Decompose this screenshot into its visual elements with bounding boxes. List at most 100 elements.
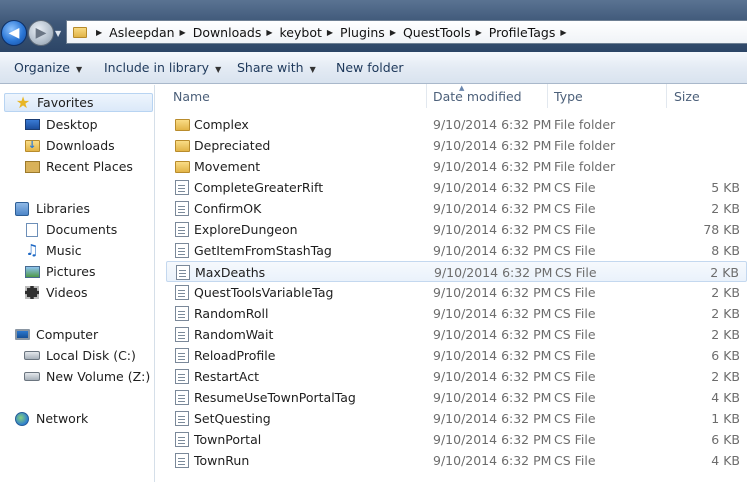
file-name: TownRun — [194, 453, 250, 468]
back-button[interactable]: ◀ — [1, 20, 27, 46]
file-row[interactable]: RestartAct 9/10/2014 6:32 PM CS File 2 KB — [166, 366, 747, 387]
file-type: CS File — [554, 411, 596, 426]
file-row[interactable]: ResumeUseTownPortalTag 9/10/2014 6:32 PM C… — [166, 387, 747, 408]
nav-item-desktop[interactable]: Desktop — [24, 115, 98, 134]
chevron-right-icon[interactable]: ▶ — [560, 28, 566, 37]
libraries-icon — [14, 201, 30, 217]
file-type: CS File — [554, 453, 596, 468]
file-row[interactable]: RandomWait 9/10/2014 6:32 PM CS File 2 KB — [166, 324, 747, 345]
command-bar: Organize ▼ Include in library ▼ Share with… — [0, 52, 747, 84]
cs-file-icon — [175, 390, 189, 405]
nav-item-favorites[interactable]: ★ Favorites — [4, 93, 153, 112]
column-header-date-modified[interactable]: Date modified — [433, 89, 522, 104]
chevron-right-icon[interactable]: ▶ — [476, 28, 482, 37]
nav-item-new-volume[interactable]: New Volume (Z:) — [24, 367, 150, 386]
chevron-right-icon[interactable]: ▶ — [96, 28, 102, 37]
file-row[interactable]: CompleteGreaterRift 9/10/2014 6:32 PM CS F… — [166, 177, 747, 198]
file-row[interactable]: TownPortal 9/10/2014 6:32 PM CS File 6 KB — [166, 429, 747, 450]
recent-pages-dropdown-icon[interactable]: ▼ — [55, 29, 61, 38]
nav-item-recent-places[interactable]: Recent Places — [24, 157, 133, 176]
nav-item-downloads[interactable]: ↓ Downloads — [24, 136, 115, 155]
column-header-size[interactable]: Size — [674, 89, 700, 104]
include-in-library-button[interactable]: Include in library ▼ — [104, 60, 221, 75]
nav-item-libraries[interactable]: Libraries — [14, 199, 90, 218]
file-row[interactable]: ReloadProfile 9/10/2014 6:32 PM CS File 6 K… — [166, 345, 747, 366]
file-row[interactable]: Movement 9/10/2014 6:32 PM File folder — [166, 156, 747, 177]
file-size: 4 KB — [711, 390, 740, 405]
column-divider[interactable] — [547, 84, 548, 108]
file-row[interactable]: MaxDeaths 9/10/2014 6:32 PM CS File 2 KB — [166, 261, 747, 282]
breadcrumb-item[interactable]: Downloads — [193, 25, 262, 40]
music-icon: ♫ — [25, 241, 39, 259]
chevron-down-icon: ▼ — [309, 65, 316, 74]
breadcrumb-item[interactable]: Plugins — [340, 25, 385, 40]
file-date-modified: 9/10/2014 6:32 PM — [433, 180, 552, 195]
file-name: GetItemFromStashTag — [194, 243, 332, 258]
file-row[interactable]: Depreciated 9/10/2014 6:32 PM File folder — [166, 135, 747, 156]
file-date-modified: 9/10/2014 6:32 PM — [433, 306, 552, 321]
breadcrumb-item[interactable]: keybot — [280, 25, 322, 40]
nav-label: Pictures — [46, 264, 96, 279]
file-row[interactable]: QuestToolsVariableTag 9/10/2014 6:32 PM CS… — [166, 282, 747, 303]
column-divider[interactable] — [666, 84, 667, 108]
file-date-modified: 9/10/2014 6:32 PM — [433, 222, 552, 237]
file-name: Movement — [194, 159, 261, 174]
nav-item-documents[interactable]: Documents — [24, 220, 117, 239]
cs-file-icon — [175, 432, 189, 447]
nav-item-music[interactable]: ♫ Music — [24, 241, 81, 260]
file-date-modified: 9/10/2014 6:32 PM — [433, 285, 552, 300]
file-size: 2 KB — [711, 369, 740, 384]
breadcrumb[interactable]: ▶ Asleepdan ▶ Downloads ▶ keybot ▶ Plugi… — [66, 20, 747, 44]
file-date-modified: 9/10/2014 6:32 PM — [433, 411, 552, 426]
nav-item-network[interactable]: Network — [14, 409, 88, 428]
file-name: ConfirmOK — [194, 201, 262, 216]
file-size: 78 KB — [703, 222, 740, 237]
cs-file-icon — [175, 453, 189, 468]
new-folder-button[interactable]: New folder — [336, 60, 404, 75]
file-name: ResumeUseTownPortalTag — [194, 390, 356, 405]
chevron-right-icon[interactable]: ▶ — [390, 28, 396, 37]
chevron-right-icon[interactable]: ▶ — [266, 28, 272, 37]
nav-item-local-disk[interactable]: Local Disk (C:) — [24, 346, 136, 365]
file-row[interactable]: ExploreDungeon 9/10/2014 6:32 PM CS File 78… — [166, 219, 747, 240]
disk-drive-icon — [24, 348, 40, 364]
breadcrumb-item[interactable]: ProfileTags — [489, 25, 556, 40]
share-with-button[interactable]: Share with ▼ — [237, 60, 316, 75]
chevron-right-icon[interactable]: ▶ — [180, 28, 186, 37]
forward-button[interactable]: ▶ — [28, 20, 54, 46]
nav-item-computer[interactable]: Computer — [14, 325, 98, 344]
cs-file-icon — [175, 285, 189, 300]
network-icon — [14, 411, 30, 427]
column-header-type[interactable]: Type — [554, 89, 583, 104]
file-row[interactable]: GetItemFromStashTag 9/10/2014 6:32 PM CS F… — [166, 240, 747, 261]
column-header-name[interactable]: Name — [173, 89, 210, 104]
file-name: CompleteGreaterRift — [194, 180, 324, 195]
breadcrumb-item[interactable]: QuestTools — [403, 25, 471, 40]
cs-file-icon — [175, 243, 189, 258]
file-type: CS File — [554, 306, 596, 321]
cs-file-icon — [176, 265, 190, 280]
organize-button[interactable]: Organize ▼ — [14, 60, 82, 75]
breadcrumb-item[interactable]: Asleepdan — [109, 25, 174, 40]
new-folder-label: New folder — [336, 60, 404, 75]
file-name: RandomRoll — [194, 306, 269, 321]
file-row[interactable]: SetQuesting 9/10/2014 6:32 PM CS File 1 KB — [166, 408, 747, 429]
file-type: CS File — [555, 265, 597, 280]
nav-item-videos[interactable]: Videos — [24, 283, 88, 302]
pictures-icon — [24, 264, 40, 280]
file-name: SetQuesting — [194, 411, 271, 426]
file-type: CS File — [554, 390, 596, 405]
file-row[interactable]: ConfirmOK 9/10/2014 6:32 PM CS File 2 KB — [166, 198, 747, 219]
file-row[interactable]: TownRun 9/10/2014 6:32 PM CS File 4 KB — [166, 450, 747, 471]
cs-file-icon — [175, 348, 189, 363]
file-type: CS File — [554, 285, 596, 300]
folder-icon — [73, 26, 87, 38]
file-row[interactable]: RandomRoll 9/10/2014 6:32 PM CS File 2 KB — [166, 303, 747, 324]
nav-item-pictures[interactable]: Pictures — [24, 262, 96, 281]
chevron-right-icon[interactable]: ▶ — [327, 28, 333, 37]
file-row[interactable]: Complex 9/10/2014 6:32 PM File folder — [166, 114, 747, 135]
organize-label: Organize — [14, 60, 70, 75]
column-divider[interactable] — [426, 84, 427, 108]
file-size: 2 KB — [711, 327, 740, 342]
file-date-modified: 9/10/2014 6:32 PM — [433, 432, 552, 447]
